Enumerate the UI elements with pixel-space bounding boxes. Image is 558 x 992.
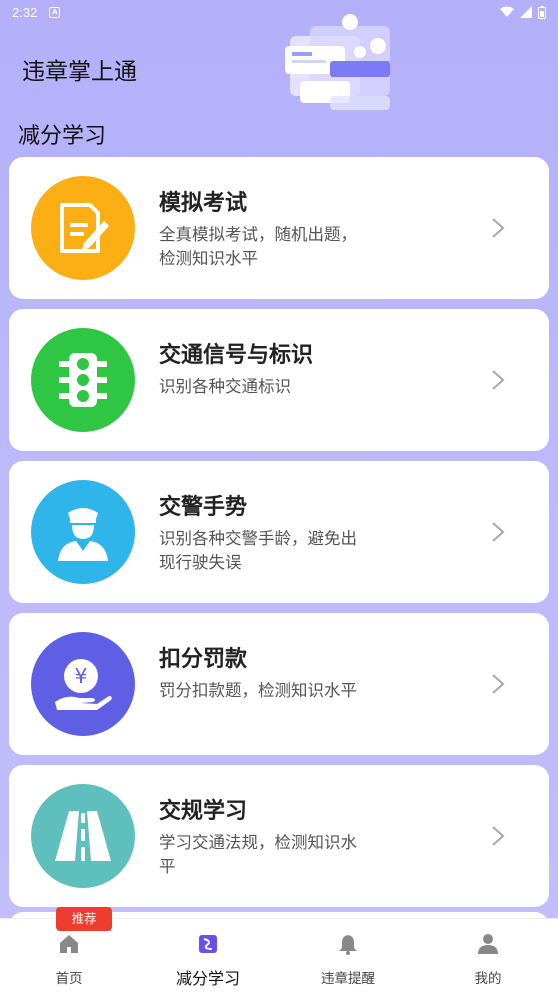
traffic-light-icon <box>31 328 135 432</box>
app-title: 违章掌上通 <box>22 59 137 85</box>
status-icons <box>500 5 546 19</box>
nav-label: 违章提醒 <box>321 971 375 987</box>
chevron-right-icon <box>492 826 505 846</box>
card-police-gestures[interactable]: 交警手势 识别各种交警手龄，避免出现行驶失误 <box>9 461 549 603</box>
nav-profile[interactable]: 我的 <box>438 919 538 992</box>
study-icon <box>199 935 217 953</box>
home-icon <box>60 935 78 953</box>
recommend-badge: 推荐 <box>56 907 112 931</box>
yuan-hand-icon: ¥ <box>31 632 135 736</box>
chevron-right-icon <box>492 370 505 390</box>
road-icon <box>31 784 135 888</box>
card-description: 罚分扣款题，检测知识水平 <box>159 681 357 700</box>
signal-icon <box>520 6 532 18</box>
battery-icon <box>538 5 546 19</box>
card-title: 交规学习 <box>159 799 248 824</box>
card-traffic-signs[interactable]: 交通信号与标识 识别各种交通标识 <box>9 309 549 451</box>
card-traffic-rules[interactable]: 交规学习 学习交通法规，检测知识水平 <box>9 765 549 907</box>
nav-label: 首页 <box>55 971 83 987</box>
card-description: 学习交通法规，检测知识水平 <box>159 833 357 876</box>
card-points-fines[interactable]: ¥ 扣分罚款 罚分扣款题，检测知识水平 <box>9 613 549 755</box>
chevron-right-icon <box>492 522 505 542</box>
nav-study[interactable]: 减分学习 <box>158 919 258 992</box>
chevron-right-icon <box>492 218 505 238</box>
card-description: 识别各种交警手龄，避免出现行驶失误 <box>159 529 357 572</box>
svg-text:¥: ¥ <box>75 664 88 688</box>
card-title: 模拟考试 <box>159 191 248 216</box>
header-illustration <box>285 14 390 110</box>
card-description: 全真模拟考试，随机出题，检测知识水平 <box>159 225 357 268</box>
chevron-right-icon <box>492 674 505 694</box>
card-mock-exam[interactable]: 模拟考试 全真模拟考试，随机出题，检测知识水平 <box>9 157 549 299</box>
status-time: 2:32 <box>12 4 38 20</box>
user-icon <box>478 934 498 954</box>
traffic-police-icon <box>31 480 135 584</box>
exam-document-icon <box>31 176 135 280</box>
nav-label: 我的 <box>474 971 502 987</box>
card-description: 识别各种交通标识 <box>159 377 291 396</box>
notification-icon: A <box>49 6 61 18</box>
section-title: 减分学习 <box>18 124 107 149</box>
wifi-icon <box>500 6 514 17</box>
card-title: 交通信号与标识 <box>159 343 314 368</box>
nav-label: 减分学习 <box>175 969 240 988</box>
card-title: 扣分罚款 <box>159 647 248 672</box>
bell-icon <box>339 935 357 955</box>
card-title: 交警手势 <box>159 495 248 520</box>
nav-violation-alerts[interactable]: 违章提醒 <box>298 919 398 992</box>
